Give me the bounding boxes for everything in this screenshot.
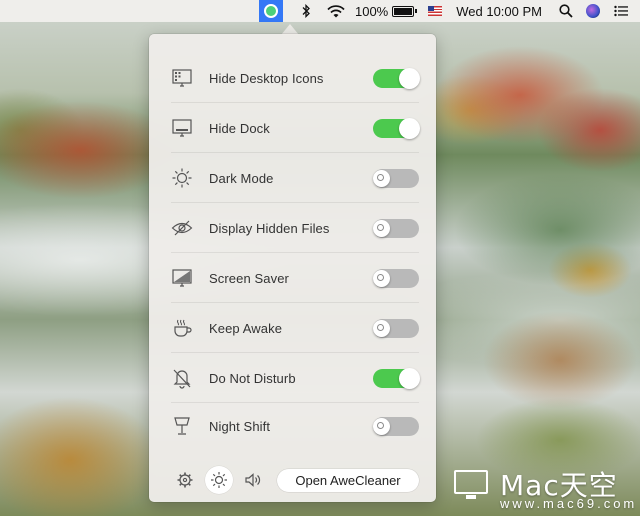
spotlight-search-icon[interactable] [558, 0, 574, 22]
row-hide-desktop-icons: Hide Desktop Icons [171, 53, 420, 103]
keep-awake-toggle[interactable] [373, 318, 419, 338]
notification-center-icon[interactable] [614, 0, 628, 22]
row-label: Hide Dock [209, 120, 270, 136]
row-hide-dock: Hide Dock [171, 103, 420, 153]
hide-dock-toggle[interactable] [373, 117, 420, 139]
battery-percent: 100% [354, 3, 389, 19]
hide-desktop-icons-toggle[interactable] [373, 67, 420, 89]
gear-icon[interactable] [171, 466, 199, 494]
row-do-not-disturb: Do Not Disturb [171, 353, 420, 403]
row-label: Hide Desktop Icons [209, 70, 324, 86]
watermark-url: www.mac69.com [500, 496, 638, 511]
dark-mode-toggle[interactable] [373, 168, 419, 188]
row-label: Keep Awake [209, 320, 283, 336]
dock-icon [171, 117, 193, 139]
open-awecleaner-button[interactable]: Open AweCleaner [277, 468, 419, 492]
menu-bar: 100% Wed 10:00 PM [0, 0, 640, 22]
battery-charging-icon[interactable] [392, 5, 417, 17]
volume-icon[interactable] [239, 466, 267, 494]
wifi-icon[interactable] [327, 0, 345, 22]
row-label: Do Not Disturb [209, 370, 296, 386]
screen-saver-icon [171, 267, 193, 289]
lamp-icon [171, 415, 193, 437]
siri-icon[interactable] [586, 4, 600, 18]
panel-footer: Open AweCleaner [149, 458, 436, 502]
sun-icon [171, 167, 193, 189]
awecleaner-status-icon[interactable] [258, 0, 283, 22]
display-hidden-files-toggle[interactable] [373, 218, 419, 238]
row-dark-mode: Dark Mode [171, 153, 419, 203]
row-label: Dark Mode [209, 170, 274, 186]
night-shift-toggle[interactable] [373, 416, 419, 436]
menu-clock[interactable]: Wed 10:00 PM [456, 0, 542, 22]
site-watermark: Mac天空 www.mac69.com [452, 464, 634, 512]
monitor-logo-icon [454, 470, 488, 499]
row-screen-saver: Screen Saver [171, 253, 419, 303]
brightness-icon[interactable] [205, 466, 233, 494]
row-label: Display Hidden Files [209, 220, 330, 236]
do-not-disturb-toggle[interactable] [373, 367, 420, 389]
eye-hidden-icon [171, 217, 193, 239]
awecleaner-menu-panel: Hide Desktop Icons Hide Dock Dark Mode D… [149, 34, 436, 502]
row-display-hidden-files: Display Hidden Files [171, 203, 419, 253]
bluetooth-icon[interactable] [299, 0, 313, 22]
bell-slash-icon [171, 367, 193, 389]
row-keep-awake: Keep Awake [171, 303, 419, 353]
coffee-cup-icon [171, 317, 193, 339]
screen-saver-toggle[interactable] [373, 268, 419, 288]
row-label: Screen Saver [209, 270, 289, 286]
row-night-shift: Night Shift [171, 401, 419, 451]
desktop-icons-icon [171, 67, 193, 89]
us-flag-icon[interactable] [428, 6, 443, 16]
row-label: Night Shift [209, 418, 271, 434]
